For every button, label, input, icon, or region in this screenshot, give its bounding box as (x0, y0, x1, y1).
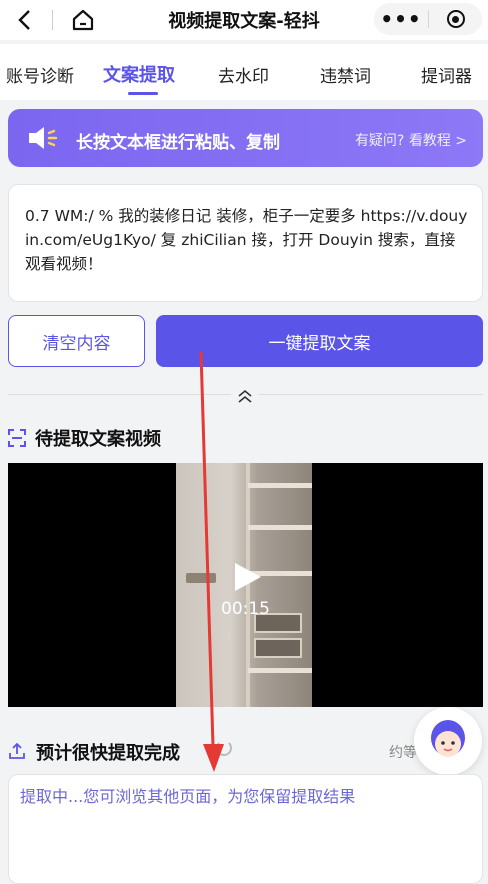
double-chevron-up-icon (238, 389, 252, 403)
play-icon[interactable] (235, 563, 261, 591)
more-button[interactable]: ••• (374, 3, 428, 35)
home-button[interactable] (68, 6, 98, 34)
video-section-title: 待提取文案视频 (35, 429, 161, 450)
video-section-header: 待提取文案视频 (8, 426, 161, 450)
video-duration: 00:15 (221, 599, 270, 619)
tab-teleprompter[interactable]: 提词器 (421, 62, 472, 87)
tip-banner: 长按文本框进行粘贴、复制 有疑问? 看教程 > (8, 109, 483, 167)
estimate-time-text: 约等 (389, 745, 417, 761)
back-button[interactable] (10, 6, 38, 34)
tab-banned-words[interactable]: 违禁词 (320, 62, 371, 87)
active-tab-indicator (128, 92, 158, 95)
tab-account-diagnosis[interactable]: 账号诊断 (6, 62, 74, 87)
close-button[interactable] (429, 3, 482, 35)
banner-text: 长按文本框进行粘贴、复制 (76, 133, 280, 153)
link-text-area[interactable]: 0.7 WM:/ % 我的装修日记 装修，柜子一定要多 https://v.do… (8, 184, 483, 302)
nav-divider (52, 10, 53, 30)
home-icon (72, 9, 94, 31)
tab-remove-watermark[interactable]: 去水印 (218, 62, 269, 87)
video-player[interactable]: 00:15 (8, 463, 483, 707)
assistant-avatar-icon (431, 720, 465, 757)
feature-tabs: 账号诊断 文案提取 去水印 违禁词 提词器 (0, 44, 488, 100)
clear-content-button[interactable]: 清空内容 (8, 315, 145, 367)
result-placeholder: 提取中...您可浏览其他页面，为您保留提取结果 (20, 787, 356, 806)
speaker-icon (29, 127, 58, 149)
target-icon (446, 10, 465, 28)
link-text-value: 0.7 WM:/ % 我的装修日记 装修，柜子一定要多 https://v.do… (25, 207, 468, 273)
collapse-button[interactable] (231, 382, 259, 410)
estimate-text: 预计很快提取完成 (36, 743, 180, 764)
customer-service-button[interactable] (414, 707, 482, 775)
tab-copy-extract[interactable]: 文案提取 (103, 61, 175, 87)
tutorial-link[interactable]: 有疑问? 看教程 > (355, 130, 467, 150)
progress-row: 预计很快提取完成 约等 (8, 738, 483, 764)
page-title: 视频提取文案-轻抖 (168, 11, 320, 32)
loading-spinner-icon (216, 740, 232, 756)
mini-program-capsule: ••• (374, 3, 482, 35)
scan-icon (8, 429, 26, 447)
chevron-left-icon (18, 10, 30, 30)
top-nav-bar: 视频提取文案-轻抖 ••• (0, 0, 488, 40)
extract-copy-button[interactable]: 一键提取文案 (156, 315, 483, 367)
result-text-area[interactable]: 提取中...您可浏览其他页面，为您保留提取结果 (8, 774, 483, 884)
upload-icon (9, 742, 25, 759)
